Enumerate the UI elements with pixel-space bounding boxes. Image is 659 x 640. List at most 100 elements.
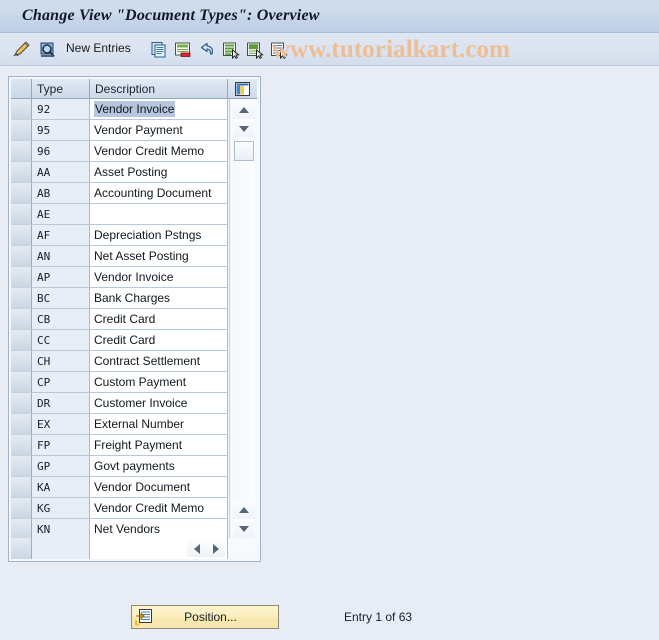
table-row[interactable]: DR Customer Invoice: [11, 393, 229, 414]
cell-type[interactable]: AB: [32, 183, 90, 204]
table-row[interactable]: CB Credit Card: [11, 309, 229, 330]
cell-type[interactable]: AE: [32, 204, 90, 225]
scroll-down-button[interactable]: [233, 119, 255, 138]
hscroll-track[interactable]: [90, 538, 228, 559]
row-selector[interactable]: [11, 183, 32, 204]
cell-type[interactable]: AN: [32, 246, 90, 267]
row-selector[interactable]: [11, 498, 32, 519]
table-body[interactable]: 92 Vendor Invoice 95 Vendor Payment 96 Vendor…: [11, 99, 229, 538]
copy-icon[interactable]: [148, 39, 170, 60]
cell-description[interactable]: Credit Card: [90, 330, 228, 351]
page-down-button[interactable]: [233, 519, 255, 538]
row-selector[interactable]: [11, 456, 32, 477]
cell-type[interactable]: FP: [32, 435, 90, 456]
table-row[interactable]: KG Vendor Credit Memo: [11, 498, 229, 519]
row-selector[interactable]: [11, 414, 32, 435]
cell-description[interactable]: Vendor Invoice: [90, 267, 228, 288]
row-selector[interactable]: [11, 120, 32, 141]
cell-description[interactable]: Vendor Credit Memo: [90, 141, 228, 162]
cell-description[interactable]: Vendor Invoice: [90, 99, 228, 120]
cell-description[interactable]: Depreciation Pstngs: [90, 225, 228, 246]
table-row[interactable]: CC Credit Card: [11, 330, 229, 351]
cell-description[interactable]: Vendor Document: [90, 477, 228, 498]
cell-type[interactable]: DR: [32, 393, 90, 414]
table-row[interactable]: FP Freight Payment: [11, 435, 229, 456]
row-selector[interactable]: [11, 372, 32, 393]
cell-type[interactable]: 96: [32, 141, 90, 162]
table-row[interactable]: GP Govt payments: [11, 456, 229, 477]
change-pencil-icon[interactable]: [10, 39, 32, 60]
column-header-description[interactable]: Description: [90, 79, 228, 99]
select-all-icon[interactable]: [220, 39, 242, 60]
table-row[interactable]: KA Vendor Document: [11, 477, 229, 498]
table-row[interactable]: CH Contract Settlement: [11, 351, 229, 372]
table-row[interactable]: EX External Number: [11, 414, 229, 435]
table-row[interactable]: AN Net Asset Posting: [11, 246, 229, 267]
cell-type[interactable]: CH: [32, 351, 90, 372]
cell-description[interactable]: Freight Payment: [90, 435, 228, 456]
cell-description[interactable]: Asset Posting: [90, 162, 228, 183]
select-block-icon[interactable]: [244, 39, 266, 60]
cell-description[interactable]: External Number: [90, 414, 228, 435]
cell-type[interactable]: AA: [32, 162, 90, 183]
table-row[interactable]: AE: [11, 204, 229, 225]
row-selector[interactable]: [11, 204, 32, 225]
table-row[interactable]: 92 Vendor Invoice: [11, 99, 229, 120]
table-row[interactable]: AF Depreciation Pstngs: [11, 225, 229, 246]
table-row[interactable]: AP Vendor Invoice: [11, 267, 229, 288]
table-row[interactable]: 96 Vendor Credit Memo: [11, 141, 229, 162]
scrollbar-thumb[interactable]: [234, 141, 254, 161]
row-selector[interactable]: [11, 267, 32, 288]
table-row[interactable]: BC Bank Charges: [11, 288, 229, 309]
cell-description[interactable]: Vendor Credit Memo: [90, 498, 228, 519]
new-entries-button[interactable]: New Entries: [66, 41, 131, 55]
row-selector[interactable]: [11, 246, 32, 267]
cell-description[interactable]: Accounting Document: [90, 183, 228, 204]
row-selector[interactable]: [11, 99, 32, 120]
scroll-up-button[interactable]: [233, 100, 255, 119]
cell-type[interactable]: CB: [32, 309, 90, 330]
cell-type[interactable]: KN: [32, 519, 90, 538]
row-selector[interactable]: [11, 519, 32, 538]
cell-type[interactable]: EX: [32, 414, 90, 435]
cell-type[interactable]: CP: [32, 372, 90, 393]
cell-description[interactable]: [90, 204, 228, 225]
table-row[interactable]: KN Net Vendors: [11, 519, 229, 538]
cell-type[interactable]: AF: [32, 225, 90, 246]
row-selector[interactable]: [11, 393, 32, 414]
scroll-right-button[interactable]: [206, 540, 225, 557]
row-selector[interactable]: [11, 435, 32, 456]
cell-type[interactable]: KA: [32, 477, 90, 498]
cell-type[interactable]: 95: [32, 120, 90, 141]
page-up-button[interactable]: [233, 500, 255, 519]
row-selector[interactable]: [11, 288, 32, 309]
cell-description[interactable]: Net Asset Posting: [90, 246, 228, 267]
vertical-scrollbar[interactable]: [229, 99, 258, 538]
cell-description[interactable]: Contract Settlement: [90, 351, 228, 372]
display-magnifier-icon[interactable]: [36, 39, 58, 60]
undo-icon[interactable]: [196, 39, 218, 60]
table-row[interactable]: CP Custom Payment: [11, 372, 229, 393]
scrollbar-track[interactable]: [233, 137, 255, 499]
row-selector[interactable]: [11, 309, 32, 330]
row-selector[interactable]: [11, 477, 32, 498]
cell-type[interactable]: KG: [32, 498, 90, 519]
cell-type[interactable]: GP: [32, 456, 90, 477]
horizontal-scrollbar[interactable]: [11, 538, 258, 559]
table-row[interactable]: AA Asset Posting: [11, 162, 229, 183]
cell-description[interactable]: Credit Card: [90, 309, 228, 330]
row-selector[interactable]: [11, 330, 32, 351]
table-settings-icon[interactable]: [228, 79, 257, 99]
position-button[interactable]: Position...: [131, 605, 279, 629]
cell-description[interactable]: Vendor Payment: [90, 120, 228, 141]
cell-type[interactable]: 92: [32, 99, 90, 120]
column-header-type[interactable]: Type: [32, 79, 90, 99]
table-row[interactable]: 95 Vendor Payment: [11, 120, 229, 141]
cell-type[interactable]: AP: [32, 267, 90, 288]
row-selector[interactable]: [11, 162, 32, 183]
cell-description[interactable]: Govt payments: [90, 456, 228, 477]
deselect-all-icon[interactable]: [268, 39, 290, 60]
cell-description[interactable]: Customer Invoice: [90, 393, 228, 414]
row-selector[interactable]: [11, 225, 32, 246]
cell-description[interactable]: Net Vendors: [90, 519, 228, 538]
